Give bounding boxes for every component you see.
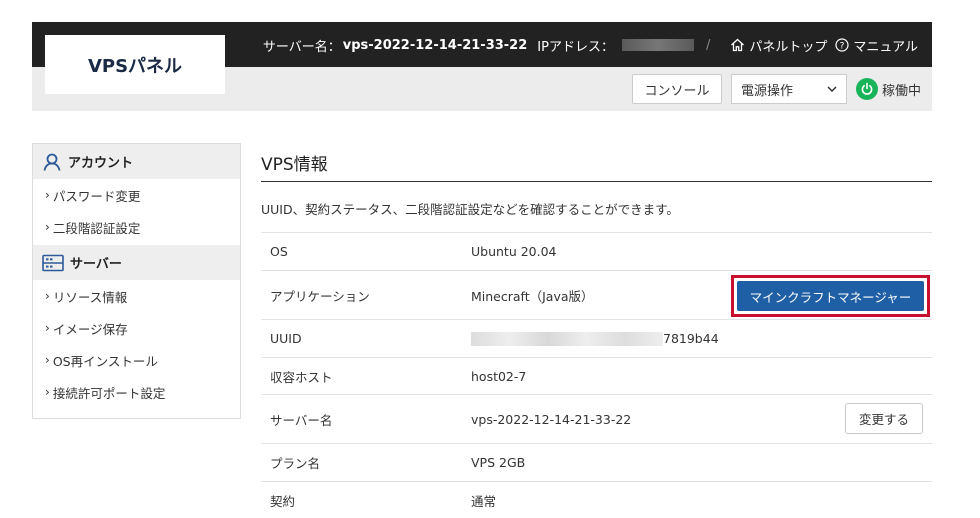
sidebar-item-label: リソース情報 xyxy=(52,289,128,305)
status-label: 稼働中 xyxy=(882,83,922,99)
help-icon: ? xyxy=(835,38,849,52)
row-value: host02-7 xyxy=(471,368,527,384)
table-row: サーバー名 vps-2022-12-14-21-33-22 変更する xyxy=(261,395,932,444)
uuid-visible-suffix: 7819b44 xyxy=(663,330,719,346)
title-divider xyxy=(261,181,932,182)
server-info: サーバー名： vps-2022-12-14-21-33-22 IPアドレス： /… xyxy=(263,35,918,55)
minecraft-manager-button[interactable]: マインクラフトマネージャー xyxy=(737,281,924,311)
power-operation-select[interactable]: 電源操作 xyxy=(731,74,847,104)
sidebar-item-os-reinstall[interactable]: › OS再インストール xyxy=(33,344,240,376)
power-select-value: 電源操作 xyxy=(741,83,794,99)
sidebar-section-server: サーバー xyxy=(33,245,240,280)
chevron-right-icon: › xyxy=(45,188,50,202)
manual-label: マニュアル xyxy=(853,39,918,55)
table-row: アプリケーション Minecraft（Java版） マインクラフトマネージャー xyxy=(261,271,932,320)
sidebar-item-label: OS再インストール xyxy=(52,353,158,369)
chevron-right-icon: › xyxy=(45,385,50,399)
chevron-right-icon: › xyxy=(45,220,50,234)
sidebar-section-title: アカウント xyxy=(68,156,134,171)
ip-address-redacted xyxy=(621,39,694,51)
ip-address-label: IPアドレス： xyxy=(537,39,614,55)
home-icon xyxy=(731,38,745,52)
table-row: 契約 通常 xyxy=(261,482,932,518)
row-value: Ubuntu 20.04 xyxy=(471,244,557,259)
row-key: アプリケーション xyxy=(270,288,370,304)
manual-link[interactable]: ? マニュアル xyxy=(835,36,918,55)
sidebar-item-label: パスワード変更 xyxy=(52,188,141,204)
header-separator: / xyxy=(705,37,711,53)
sidebar-section-title: サーバー xyxy=(70,257,122,272)
row-key: プラン名 xyxy=(270,456,321,471)
sidebar-item-password-change[interactable]: › パスワード変更 xyxy=(33,179,240,211)
row-key: 収容ホスト xyxy=(270,369,333,385)
table-row: プラン名 VPS 2GB xyxy=(261,444,932,482)
sidebar-item-image-save[interactable]: › イメージ保存 xyxy=(33,312,240,344)
uuid-redacted xyxy=(471,332,663,347)
row-key: サーバー名 xyxy=(270,412,333,428)
console-button[interactable]: コンソール xyxy=(632,74,722,104)
sidebar-item-two-factor[interactable]: › 二段階認証設定 xyxy=(33,211,240,243)
server-name-label: サーバー名： xyxy=(262,39,341,55)
sidebar-item-label: 二段階認証設定 xyxy=(52,220,141,236)
row-key: 契約 xyxy=(270,493,296,509)
server-icon xyxy=(42,254,64,271)
sidebar-item-resource-info[interactable]: › リソース情報 xyxy=(33,280,240,312)
chevron-right-icon: › xyxy=(45,321,50,335)
table-row: OS Ubuntu 20.04 xyxy=(261,233,932,271)
server-name-value: vps-2022-12-14-21-33-22 xyxy=(342,37,528,53)
chevron-right-icon: › xyxy=(45,289,50,303)
panel-top-link[interactable]: パネルトップ xyxy=(730,36,827,55)
logo[interactable]: VPSパネル xyxy=(45,35,225,94)
uuid-value: 7819b44 xyxy=(471,331,932,347)
sidebar-item-label: イメージ保存 xyxy=(52,321,128,337)
row-key: OS xyxy=(270,244,288,259)
sidebar-item-label: 接続許可ポート設定 xyxy=(52,385,166,401)
sidebar: アカウント › パスワード変更 › 二段階認証設定 サーバー › リソース情報 … xyxy=(32,143,241,419)
change-server-name-button[interactable]: 変更する xyxy=(845,403,923,434)
row-key: UUID xyxy=(270,331,302,346)
page-description: UUID、契約ステータス、二段階認証設定などを確認することができます。 xyxy=(261,202,679,217)
vps-info-table: OS Ubuntu 20.04 アプリケーション Minecraft（Java版… xyxy=(261,232,932,518)
chevron-down-icon xyxy=(827,86,837,93)
minecraft-button-highlight: マインクラフトマネージャー xyxy=(731,275,930,317)
user-icon xyxy=(43,153,61,171)
chevron-right-icon: › xyxy=(45,353,50,367)
row-value: 通常 xyxy=(471,493,497,509)
table-row: 収容ホスト host02-7 xyxy=(261,358,932,395)
table-row: UUID 7819b44 xyxy=(261,320,932,358)
sidebar-item-port-settings[interactable]: › 接続許可ポート設定 xyxy=(33,376,240,408)
svg-text:?: ? xyxy=(840,42,845,52)
row-value: VPS 2GB xyxy=(471,455,526,470)
panel-top-label: パネルトップ xyxy=(749,39,828,55)
server-status: 稼働中 xyxy=(856,77,921,101)
sidebar-section-account: アカウント xyxy=(33,144,240,179)
power-on-icon xyxy=(856,78,878,100)
page-title: VPS情報 xyxy=(261,155,328,175)
